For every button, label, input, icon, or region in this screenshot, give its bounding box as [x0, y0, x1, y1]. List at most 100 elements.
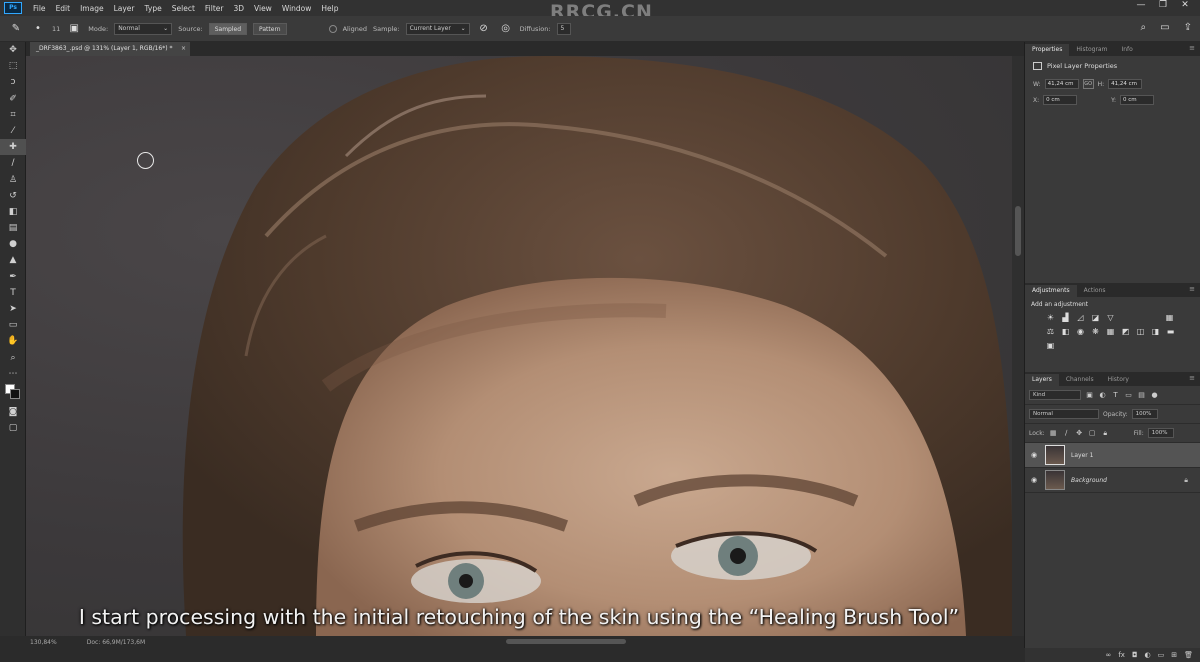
close-tab-icon[interactable]: × [181, 42, 186, 56]
gradient-map-icon[interactable]: ▬ [1165, 326, 1176, 337]
fill-field[interactable]: 100% [1147, 428, 1174, 438]
menu-edit[interactable]: Edit [51, 4, 76, 13]
menu-type[interactable]: Type [140, 4, 167, 13]
dodge-tool-icon[interactable]: ▲ [0, 252, 26, 268]
height-field[interactable]: 41,24 cm [1108, 79, 1143, 89]
hue-saturation-icon[interactable]: ▦ [1164, 312, 1175, 323]
panel-menu-icon[interactable]: ≡ [1189, 44, 1195, 52]
width-field[interactable]: 41,24 cm [1044, 79, 1079, 89]
tab-info[interactable]: Info [1114, 44, 1139, 56]
lock-artboard-icon[interactable]: ▢ [1088, 429, 1097, 438]
minimize-button[interactable]: — [1130, 0, 1152, 10]
horizontal-scrollbar[interactable] [506, 639, 626, 644]
eraser-tool-icon[interactable]: ◧ [0, 204, 26, 220]
move-tool-icon[interactable]: ✥ [0, 42, 26, 58]
menu-layer[interactable]: Layer [109, 4, 140, 13]
curves-icon[interactable]: ◿ [1075, 312, 1086, 323]
menu-help[interactable]: Help [316, 4, 343, 13]
filter-toggle-icon[interactable]: ● [1150, 391, 1159, 400]
brush-tool-icon[interactable]: ∕ [0, 155, 26, 171]
color-lookup-icon[interactable]: ▦ [1105, 326, 1116, 337]
color-swatches[interactable] [0, 382, 26, 404]
channel-mixer-icon[interactable]: ❋ [1090, 326, 1101, 337]
lasso-tool-icon[interactable]: ↄ [0, 74, 26, 90]
new-layer-icon[interactable]: ⊞ [1171, 651, 1177, 659]
opacity-field[interactable]: 100% [1131, 409, 1158, 419]
history-brush-tool-icon[interactable]: ↺ [0, 188, 26, 204]
new-adjustment-icon[interactable]: ◐ [1145, 651, 1151, 659]
visibility-eye-icon[interactable]: ◉ [1029, 451, 1039, 459]
vibrance-icon[interactable]: ▽ [1105, 312, 1116, 323]
pen-tool-icon[interactable]: ✒ [0, 269, 26, 285]
clone-source-icon[interactable]: ▣ [66, 22, 82, 36]
aligned-checkbox[interactable] [328, 24, 337, 33]
brightness-icon[interactable]: ☀ [1045, 312, 1056, 323]
filter-adjustment-icon[interactable]: ◐ [1098, 391, 1107, 400]
invert-icon[interactable]: ◩ [1120, 326, 1131, 337]
lock-position-icon[interactable]: ✥ [1075, 429, 1084, 438]
layer-filter-select[interactable]: Kind [1029, 390, 1081, 400]
path-select-tool-icon[interactable]: ➤ [0, 301, 26, 317]
panel-menu-icon[interactable]: ≡ [1189, 285, 1195, 293]
vertical-scrollbar[interactable] [1012, 56, 1024, 636]
menu-view[interactable]: View [249, 4, 277, 13]
blend-mode-select[interactable]: Normal [1029, 409, 1099, 419]
maximize-button[interactable]: ❐ [1152, 0, 1174, 10]
fx-icon[interactable]: fx [1118, 651, 1125, 659]
exposure-icon[interactable]: ◪ [1090, 312, 1101, 323]
x-field[interactable]: 0 cm [1043, 95, 1078, 105]
mode-select[interactable]: Normal ⌄ [114, 22, 173, 35]
pressure-size-icon[interactable]: ◎ [498, 22, 514, 36]
tab-channels[interactable]: Channels [1059, 374, 1101, 386]
menu-window[interactable]: Window [277, 4, 317, 13]
healing-brush-tool-icon[interactable]: ✚ [0, 139, 26, 156]
document-canvas[interactable]: I start processing with the initial reto… [26, 56, 1012, 636]
photo-filter-icon[interactable]: ◉ [1075, 326, 1086, 337]
y-field[interactable]: 0 cm [1120, 95, 1155, 105]
brush-preset-picker[interactable]: • [30, 22, 46, 36]
delete-layer-icon[interactable]: 🗑︎ [1184, 651, 1193, 659]
tab-history[interactable]: History [1101, 374, 1136, 386]
healing-brush-icon[interactable]: ✎ [8, 22, 24, 36]
more-tools-icon[interactable]: ⋯ [0, 366, 26, 382]
menu-select[interactable]: Select [167, 4, 200, 13]
tab-properties[interactable]: Properties [1025, 44, 1070, 56]
eyedropper-tool-icon[interactable]: ⁄ [0, 123, 26, 139]
screen-mode-icon[interactable]: ▢ [0, 420, 26, 436]
crop-tool-icon[interactable]: ⌗ [0, 107, 26, 123]
zoom-level[interactable]: 130,84% [30, 639, 57, 646]
hand-tool-icon[interactable]: ✋ [0, 333, 26, 349]
scrollbar-thumb[interactable] [1015, 206, 1021, 256]
menu-image[interactable]: Image [75, 4, 109, 13]
sampled-button[interactable]: Sampled [208, 22, 248, 35]
close-button[interactable]: ✕ [1174, 0, 1196, 10]
filter-shape-icon[interactable]: ▭ [1124, 391, 1133, 400]
layer-name[interactable]: Layer 1 [1071, 452, 1093, 459]
tab-actions[interactable]: Actions [1077, 285, 1113, 297]
document-tab[interactable]: _DRF3863_.psd @ 131% (Layer 1, RGB/16*) … [30, 42, 190, 56]
diffusion-field[interactable]: 5 [556, 22, 571, 35]
lock-pixels-icon[interactable]: ∕ [1062, 429, 1071, 438]
menu-file[interactable]: File [28, 4, 51, 13]
filter-pixel-icon[interactable]: ▣ [1085, 391, 1094, 400]
sample-select[interactable]: Current Layer ⌄ [405, 22, 470, 35]
panel-menu-icon[interactable]: ≡ [1189, 374, 1195, 382]
color-balance-icon[interactable]: ⚖ [1045, 326, 1056, 337]
tab-adjustments[interactable]: Adjustments [1025, 285, 1077, 297]
visibility-eye-icon[interactable]: ◉ [1029, 476, 1039, 484]
quick-select-tool-icon[interactable]: ✐ [0, 91, 26, 107]
layer-name[interactable]: Background [1071, 477, 1107, 484]
pattern-button[interactable]: Pattern [253, 22, 287, 35]
filter-type-icon[interactable]: T [1111, 391, 1120, 400]
posterize-icon[interactable]: ◫ [1135, 326, 1146, 337]
clone-stamp-tool-icon[interactable]: ♙ [0, 172, 26, 188]
blur-tool-icon[interactable]: ● [0, 236, 26, 252]
link-layers-icon[interactable]: ∞ [1106, 651, 1112, 659]
ignore-adjustment-icon[interactable]: ⊘ [476, 22, 492, 36]
type-tool-icon[interactable]: T [0, 285, 26, 301]
black-white-icon[interactable]: ◧ [1060, 326, 1071, 337]
menu-3d[interactable]: 3D [228, 4, 249, 13]
marquee-tool-icon[interactable]: ⬚ [0, 58, 26, 74]
layer-row-layer-1[interactable]: ◉ Layer 1 [1025, 443, 1200, 468]
tab-histogram[interactable]: Histogram [1069, 44, 1114, 56]
